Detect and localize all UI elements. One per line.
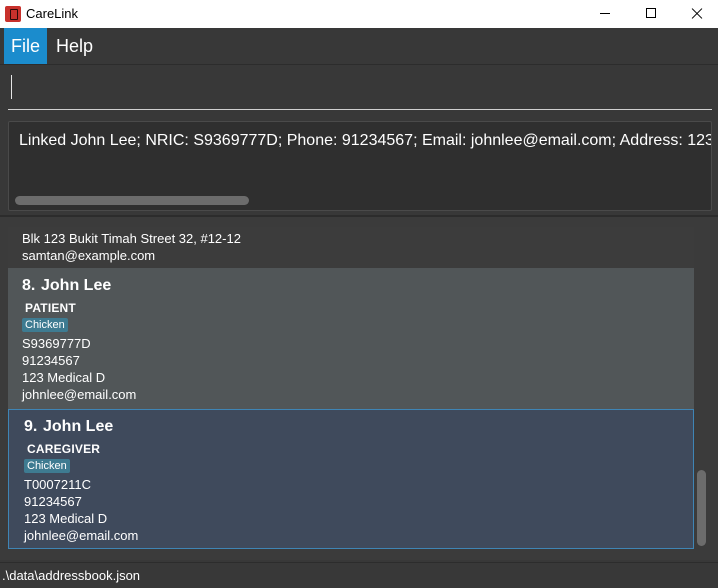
person-index: 9. [24, 418, 38, 435]
person-card-selected[interactable]: 9. John Lee CAREGIVER Chicken T0007211C … [8, 409, 694, 549]
menu-bar: File Help [0, 28, 718, 65]
person-email: johnlee@email.com [24, 528, 139, 543]
person-role: CAREGIVER [27, 442, 101, 456]
person-index: 8. [22, 277, 36, 294]
vertical-scrollbar[interactable] [697, 470, 706, 546]
save-file-path: .\data\addressbook.json [2, 568, 141, 583]
person-email: johnlee@email.com [22, 387, 137, 402]
person-card[interactable]: Blk 123 Bukit Timah Street 32, #12-12 sa… [8, 227, 694, 268]
person-phone: 91234567 [24, 494, 82, 509]
person-nric: S9369777D [22, 336, 91, 351]
person-tag: Chicken [24, 459, 70, 473]
minimize-icon[interactable] [582, 0, 628, 28]
result-display: Linked John Lee; NRIC: S9369777D; Phone:… [8, 121, 712, 211]
menu-help[interactable]: Help [49, 28, 100, 64]
result-message: Linked John Lee; NRIC: S9369777D; Phone:… [19, 132, 712, 149]
window-title: CareLink [26, 6, 79, 21]
app-logo-icon [5, 6, 21, 22]
person-address: 123 Medical D [22, 370, 106, 385]
command-box [0, 65, 718, 117]
person-list: Blk 123 Bukit Timah Street 32, #12-12 sa… [0, 217, 718, 560]
text-caret [11, 75, 12, 99]
command-input[interactable] [8, 71, 712, 110]
person-role: PATIENT [25, 301, 76, 315]
person-name: John Lee [41, 277, 112, 294]
person-address: Blk 123 Bukit Timah Street 32, #12-12 [22, 231, 241, 246]
status-bar: .\data\addressbook.json [0, 562, 718, 588]
person-name: John Lee [43, 418, 114, 435]
person-phone: 91234567 [22, 353, 80, 368]
horizontal-scrollbar[interactable] [15, 196, 249, 205]
title-bar: CareLink [0, 0, 718, 28]
person-nric: T0007211C [24, 477, 91, 492]
person-email: samtan@example.com [22, 248, 156, 263]
person-address: 123 Medical D [24, 511, 108, 526]
maximize-icon[interactable] [628, 0, 674, 28]
person-tag: Chicken [22, 318, 68, 332]
menu-file[interactable]: File [4, 28, 48, 64]
close-icon[interactable] [674, 0, 718, 28]
person-card[interactable]: 8. John Lee PATIENT Chicken S9369777D 91… [8, 268, 694, 409]
